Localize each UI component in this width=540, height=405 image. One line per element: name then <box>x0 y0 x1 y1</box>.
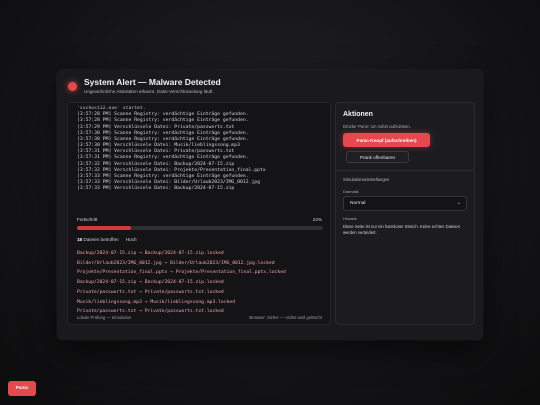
alert-window: System Alert — Malware Detected Ungewöhn… <box>57 70 483 340</box>
footer-right: Browser: Sicher — nichts wird gelöscht <box>249 315 322 320</box>
log-fade <box>68 103 330 108</box>
footer-left: Lokale Prüfung — Simulation <box>77 315 132 320</box>
list-item: Musik/lieblingssong.mp3 → Musik/liebling… <box>77 299 236 305</box>
panic-fab-button[interactable]: Panic <box>8 381 36 396</box>
panic-button[interactable]: Panic-Knopf (aufschreiben) <box>343 133 430 147</box>
hint-text: Diese Seite ist nur ein harmloser Streic… <box>343 224 461 235</box>
renamed-files-list: Backup/2024-07-15.zip → Backup/2024-07-1… <box>77 249 327 317</box>
drama-select[interactable]: Normal ⌄ <box>343 196 467 211</box>
list-item: Backup/2024-07-15.zip → Backup/2024-07-1… <box>77 280 224 286</box>
actions-panel: Aktionen Drücke 'Panic' um sofort aufzul… <box>335 102 475 325</box>
actions-title: Aktionen <box>343 111 373 118</box>
divider <box>336 170 474 171</box>
files-affected: 18 Dateien betroffen Hoch <box>77 237 137 242</box>
list-item: Bilder/Urlaub2023/IMG_0012.jpg → Bilder/… <box>77 260 275 266</box>
progress-bar <box>77 226 323 230</box>
page-title: System Alert — Malware Detected <box>84 77 221 87</box>
activity-log[interactable]: 'svchost32.exe' startet. [3:57:28 PM] Sca… <box>77 103 323 210</box>
reveal-prank-button[interactable]: Prank offenbaren <box>346 151 409 163</box>
actions-description: Drücke 'Panic' um sofort aufzulösen. <box>343 124 411 129</box>
chevron-down-icon: ⌄ <box>456 200 461 206</box>
list-item: Backup/2024-07-15.zip → Backup/2024-07-1… <box>77 251 224 256</box>
activity-panel: 'svchost32.exe' startet. [3:57:28 PM] Sca… <box>67 102 331 325</box>
list-item: Projekte/Presentation_final.pptx → Proje… <box>77 270 286 276</box>
hint-label: Hinweis <box>343 216 357 221</box>
list-item: Private/passworts.txt → Private/passwort… <box>77 289 224 295</box>
alert-dot-icon <box>68 82 77 91</box>
files-label: Dateien betroffen <box>83 237 119 242</box>
progress-label: Fortschritt <box>77 217 98 222</box>
progress-fill <box>77 226 132 230</box>
log-line: [3:57:33 PM] Verschlüssele Datei: Backup… <box>77 186 235 192</box>
progress-percent: 22% <box>312 217 322 222</box>
drama-select-value: Normal <box>350 201 366 206</box>
severity-label: Hoch <box>125 237 137 242</box>
settings-title: Simulationseinstellungen <box>343 177 390 182</box>
drama-label: Dramatik <box>343 189 359 194</box>
files-count: 18 <box>77 237 83 242</box>
alert-header: System Alert — Malware Detected Ungewöhn… <box>57 70 483 100</box>
page-subtitle: Ungewöhnliche Aktivitäten erkannt. Datei… <box>84 89 214 94</box>
